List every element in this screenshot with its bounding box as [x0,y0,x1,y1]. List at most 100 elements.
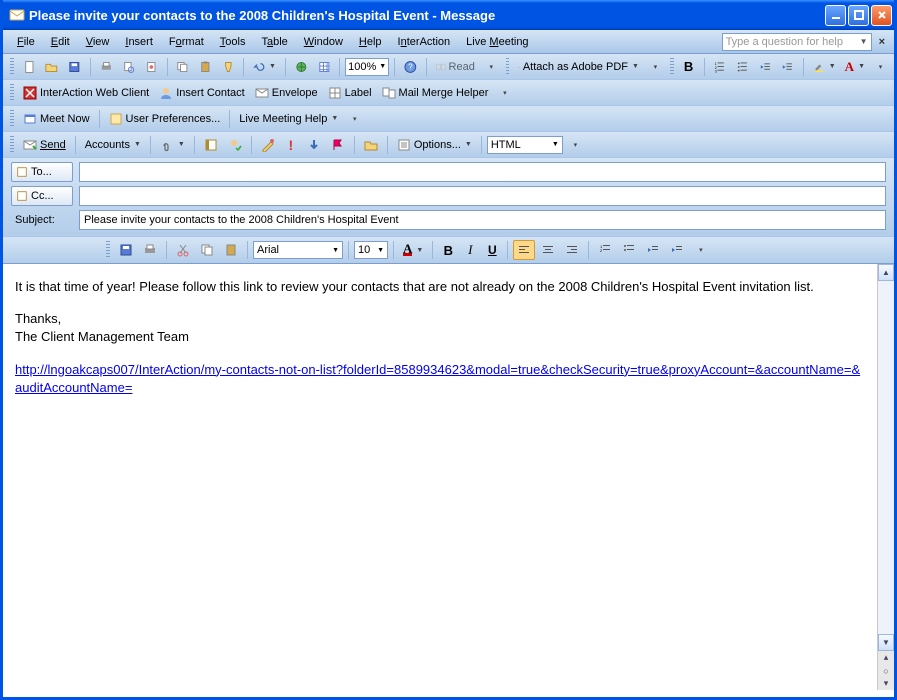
copy-button-2[interactable] [196,240,218,260]
help-search-box[interactable]: Type a question for help ▼ [722,33,872,51]
help-button[interactable]: ? [400,57,421,77]
attach-file-button[interactable]: ▼ [156,135,189,155]
save-button-2[interactable] [115,240,137,260]
bold-button[interactable]: B [679,57,699,77]
font-select[interactable]: Arial▼ [253,241,343,259]
decrease-indent-button-2[interactable] [642,240,664,260]
vertical-scrollbar[interactable]: ▲ ▼ ▴ ○ ▾ [877,264,894,690]
increase-indent-button[interactable] [777,57,798,77]
new-button[interactable] [19,57,40,77]
font-size-select[interactable]: 10▼ [354,241,388,259]
to-button[interactable]: To... [11,162,73,182]
undo-button[interactable]: ▼ [249,57,280,77]
menu-table[interactable]: Table [253,34,295,50]
maximize-button[interactable] [848,5,869,26]
font-color-button-2[interactable]: A▼ [399,240,427,260]
toolbar-grip[interactable] [106,241,110,259]
toolbar-grip[interactable] [10,136,14,154]
cc-button[interactable]: Cc... [11,186,73,206]
align-center-button[interactable] [537,240,559,260]
highlight-button[interactable]: ▼ [809,57,840,77]
format-painter-button[interactable] [218,57,239,77]
menu-edit[interactable]: Edit [43,34,78,50]
close-toolbar-button[interactable]: × [876,36,888,48]
subject-field[interactable]: Please invite your contacts to the 2008 … [79,210,886,230]
toolbar-overflow-4[interactable]: ▾ [494,83,514,103]
flag-button[interactable] [327,135,349,155]
toolbar-grip[interactable] [10,58,14,76]
bulleted-list-button-2[interactable] [618,240,640,260]
zoom-select[interactable]: 100%▼ [345,58,389,76]
menu-insert[interactable]: Insert [117,34,161,50]
cut-button[interactable] [172,240,194,260]
underline-button[interactable]: U [482,240,502,260]
move-to-folder-button[interactable] [360,135,382,155]
browse-object-down[interactable]: ▾ [878,677,894,690]
toolbar-overflow-3[interactable]: ▾ [870,57,890,77]
importance-high-button[interactable]: ! [281,135,301,155]
toolbar-grip[interactable] [506,58,510,76]
toolbar-overflow-5[interactable]: ▾ [344,109,364,129]
save-button[interactable] [64,57,85,77]
user-preferences-button[interactable]: User Preferences... [105,109,225,129]
importance-low-button[interactable] [303,135,325,155]
increase-indent-button-2[interactable] [666,240,688,260]
message-format-select[interactable]: HTML▼ [487,136,563,154]
envelope-button[interactable]: Envelope [251,83,322,103]
paste-button[interactable] [195,57,216,77]
toolbar-overflow-7[interactable]: ▾ [690,240,710,260]
scroll-down-button[interactable]: ▼ [878,634,894,651]
bulleted-list-button[interactable] [732,57,753,77]
menu-view[interactable]: View [78,34,118,50]
read-button[interactable]: Read [432,57,479,77]
message-body[interactable]: It is that time of year! Please follow t… [3,264,877,690]
options-button[interactable]: Options...▼ [393,135,476,155]
permission-button-2[interactable] [257,135,279,155]
check-names-button[interactable] [224,135,246,155]
address-book-button[interactable] [200,135,222,155]
menu-livemeeting[interactable]: Live Meeting [458,34,536,50]
align-left-button[interactable] [513,240,535,260]
toolbar-grip[interactable] [10,110,14,128]
toolbar-overflow-2[interactable]: ▾ [645,57,665,77]
attach-pdf-button[interactable]: PDFAttach as Adobe PDF▼ [514,57,642,77]
scroll-up-button[interactable]: ▲ [878,264,894,281]
copy-button[interactable] [172,57,193,77]
permission-button[interactable] [141,57,162,77]
italic-button[interactable]: I [460,240,480,260]
menu-interaction[interactable]: InterAction [390,34,459,50]
menu-window[interactable]: Window [296,34,351,50]
print-button-2[interactable] [139,240,161,260]
scroll-track[interactable] [878,281,894,634]
print-button[interactable] [96,57,117,77]
menu-help[interactable]: Help [351,34,390,50]
mail-merge-helper-button[interactable]: Mail Merge Helper [378,83,493,103]
close-button[interactable] [871,5,892,26]
toolbar-overflow-6[interactable]: ▾ [565,135,585,155]
toolbar-grip[interactable] [10,84,14,102]
open-button[interactable] [41,57,62,77]
toolbar-grip[interactable] [670,58,674,76]
numbered-list-button-2[interactable]: 12 [594,240,616,260]
meet-now-button[interactable]: Meet Now [19,109,94,129]
cc-field[interactable] [79,186,886,206]
insert-table-button[interactable] [314,57,335,77]
body-link[interactable]: http://lngoakcaps007/InterAction/my-cont… [15,362,860,395]
browse-object-up[interactable]: ▴ [878,651,894,664]
numbered-list-button[interactable]: 123 [709,57,730,77]
accounts-button[interactable]: Accounts▼ [81,135,145,155]
menu-format[interactable]: Format [161,34,212,50]
toolbar-overflow-1[interactable]: ▾ [481,57,501,77]
bold-button-2[interactable]: B [438,240,458,260]
to-field[interactable] [79,162,886,182]
hyperlink-button[interactable] [291,57,312,77]
menu-tools[interactable]: Tools [212,34,254,50]
label-button[interactable]: Label [324,83,376,103]
print-preview-button[interactable] [118,57,139,77]
send-button[interactable]: Send [19,135,70,155]
ia-web-client-button[interactable]: InterAction Web Client [19,83,153,103]
font-color-button[interactable]: A▼ [842,57,868,77]
menu-file[interactable]: File [9,34,43,50]
live-meeting-help-button[interactable]: Live Meeting Help▼ [235,109,342,129]
decrease-indent-button[interactable] [755,57,776,77]
